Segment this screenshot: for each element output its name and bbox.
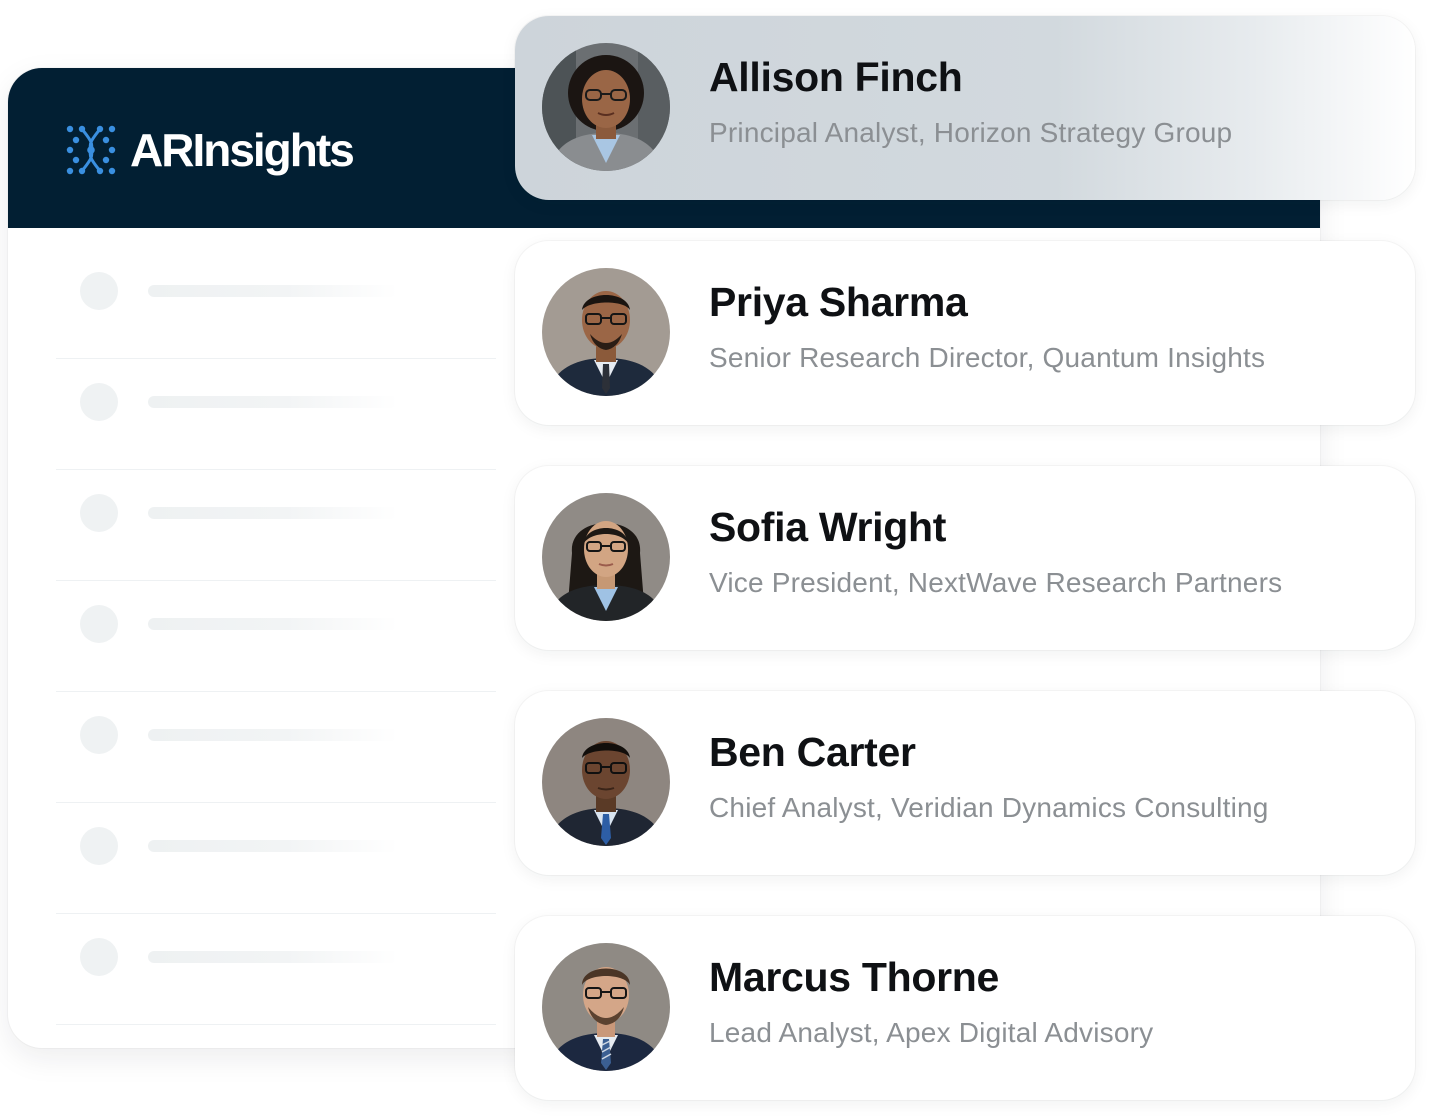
analyst-card-selected[interactable]: Allison Finch Principal Analyst, Horizon… xyxy=(515,16,1415,200)
analyst-card[interactable]: Marcus Thorne Lead Analyst, Apex Digital… xyxy=(515,916,1415,1100)
avatar-photo-man-glasses-striped-tie xyxy=(542,943,670,1071)
placeholder-text-bar xyxy=(148,396,398,408)
placeholder-row xyxy=(56,470,496,581)
placeholder-row xyxy=(56,803,496,914)
avatar-photo-man-glasses-blue-tie xyxy=(542,718,670,846)
brand-name: ARInsights xyxy=(130,124,355,176)
analyst-title: Principal Analyst, Horizon Strategy Grou… xyxy=(709,117,1233,148)
placeholder-avatar xyxy=(80,938,118,976)
placeholder-text-bar xyxy=(148,840,398,852)
analyst-name: Sofia Wright xyxy=(709,504,947,550)
analyst-name: Priya Sharma xyxy=(709,279,968,325)
placeholder-avatar xyxy=(80,272,118,310)
analyst-card[interactable]: Ben Carter Chief Analyst, Veridian Dynam… xyxy=(515,691,1415,875)
placeholder-text-bar xyxy=(148,618,398,630)
placeholder-row xyxy=(56,914,496,1025)
analyst-title: Lead Analyst, Apex Digital Advisory xyxy=(709,1017,1154,1048)
placeholder-text-bar xyxy=(148,507,398,519)
placeholder-avatar xyxy=(80,383,118,421)
placeholder-avatar xyxy=(80,605,118,643)
placeholder-avatar xyxy=(80,716,118,754)
analyst-name: Ben Carter xyxy=(709,729,916,775)
placeholder-row xyxy=(56,581,496,692)
avatar-photo-man-glasses-suit xyxy=(542,268,670,396)
analyst-name: Marcus Thorne xyxy=(709,954,999,1000)
placeholder-avatar xyxy=(80,827,118,865)
avatar-photo-woman-curly-hair-glasses xyxy=(542,43,670,171)
placeholder-text-bar xyxy=(148,951,398,963)
avatar-photo-woman-long-hair-glasses xyxy=(542,493,670,621)
analyst-title: Senior Research Director, Quantum Insigh… xyxy=(709,342,1266,373)
placeholder-avatar xyxy=(80,494,118,532)
placeholder-text-bar xyxy=(148,729,398,741)
analyst-card[interactable]: Priya Sharma Senior Research Director, Q… xyxy=(515,241,1415,425)
brand-logo[interactable]: ARInsights xyxy=(64,120,355,180)
placeholder-list xyxy=(56,248,496,1025)
placeholder-row xyxy=(56,248,496,359)
analyst-title: Chief Analyst, Veridian Dynamics Consult… xyxy=(709,792,1269,823)
placeholder-text-bar xyxy=(148,285,398,297)
dna-helix-grid-icon xyxy=(66,125,116,175)
analyst-title: Vice President, NextWave Research Partne… xyxy=(709,567,1283,598)
placeholder-row xyxy=(56,359,496,470)
placeholder-row xyxy=(56,692,496,803)
analyst-name: Allison Finch xyxy=(709,54,963,100)
analyst-card[interactable]: Sofia Wright Vice President, NextWave Re… xyxy=(515,466,1415,650)
